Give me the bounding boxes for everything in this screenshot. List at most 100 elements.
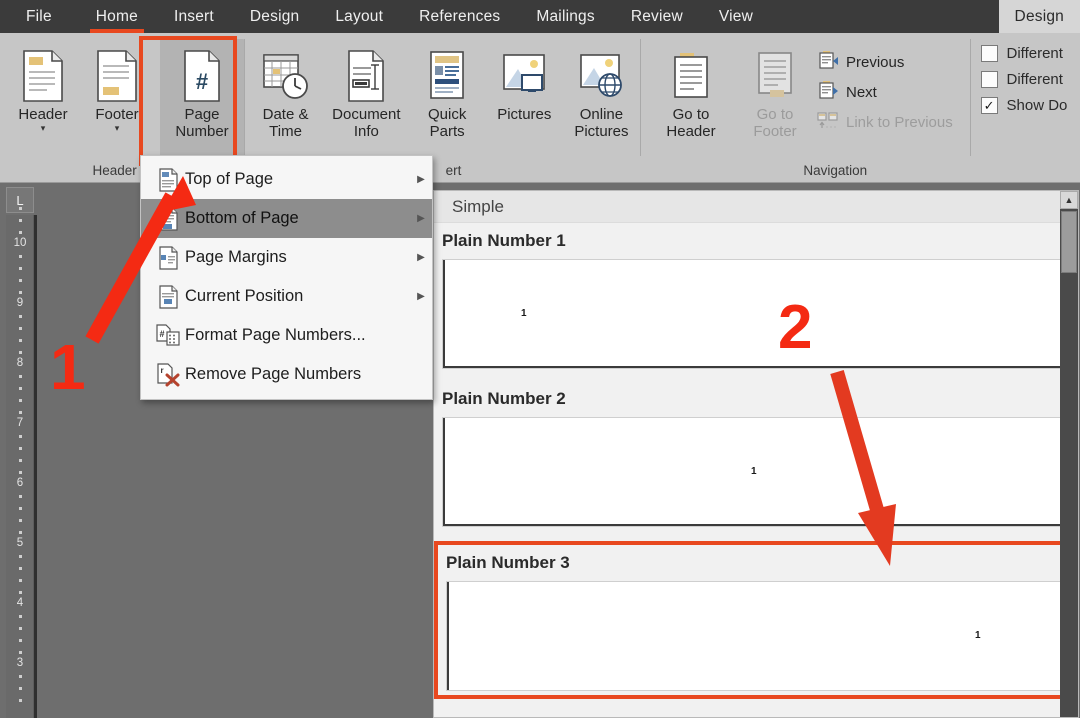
tab-mailings[interactable]: Mailings bbox=[518, 0, 612, 33]
page-number-button-label: Page Number bbox=[175, 106, 229, 140]
plain-number-1-preview[interactable]: 1 bbox=[442, 259, 1068, 369]
tab-review[interactable]: Review bbox=[613, 0, 701, 33]
plain-number-3-title: Plain Number 3 bbox=[438, 545, 1074, 581]
ruler-minor-tick bbox=[19, 687, 22, 690]
ruler-minor-tick bbox=[19, 315, 22, 318]
tab-mailings-label: Mailings bbox=[536, 7, 595, 25]
link-to-previous-button-label: Link to Previous bbox=[846, 113, 953, 131]
footer-button-label: Footer bbox=[95, 106, 139, 123]
page-number-menu: Top of Page ▶ Bottom of Page ▶ Page Marg… bbox=[140, 155, 433, 400]
vertical-ruler[interactable]: 10 9 8 7 6 5 4 3 bbox=[6, 207, 34, 718]
different-first-page-checkbox[interactable]: Different bbox=[980, 45, 1080, 62]
footer-button[interactable]: Footer ▾ bbox=[80, 39, 154, 132]
tab-insert[interactable]: Insert bbox=[156, 0, 232, 33]
tab-home-label: Home bbox=[95, 7, 138, 25]
date-time-button[interactable]: Date & Time bbox=[247, 39, 324, 141]
show-document-text-checkbox[interactable]: ✓ Show Do bbox=[980, 97, 1080, 114]
menu-item-format-page-numbers[interactable]: # Format Page Numbers... bbox=[141, 316, 432, 355]
tab-design[interactable]: Design bbox=[232, 0, 317, 33]
footer-caret-icon[interactable]: ▾ bbox=[115, 123, 120, 132]
gallery-item-plain-number-1[interactable]: Plain Number 1 1 bbox=[434, 223, 1078, 369]
link-to-previous-icon bbox=[817, 110, 839, 134]
previous-button[interactable]: Previous bbox=[817, 49, 959, 75]
menu-item-page-margins[interactable]: Page Margins ▶ bbox=[141, 238, 432, 277]
ruler-minor-tick bbox=[19, 255, 22, 258]
ruler-tick-7: 7 bbox=[16, 417, 24, 429]
header-page-icon bbox=[20, 47, 66, 105]
tab-view-label: View bbox=[718, 7, 753, 25]
header-button[interactable]: Header ▾ bbox=[6, 39, 80, 132]
plain-number-2-preview[interactable]: 1 bbox=[442, 417, 1068, 527]
preview-bottom-rule bbox=[443, 524, 1067, 526]
scrollbar-thumb[interactable] bbox=[1061, 211, 1077, 273]
ruler-minor-tick bbox=[19, 507, 22, 510]
ruler-minor-tick bbox=[19, 435, 22, 438]
page-number-icon: # bbox=[179, 47, 225, 105]
go-to-header-icon bbox=[668, 47, 714, 105]
plain-number-2-title: Plain Number 2 bbox=[434, 381, 1078, 417]
tab-design-label: Design bbox=[249, 7, 300, 25]
gallery-item-plain-number-3[interactable]: Plain Number 3 1 bbox=[434, 541, 1078, 699]
ruler-minor-tick bbox=[19, 267, 22, 270]
go-to-footer-button[interactable]: Go to Footer bbox=[733, 39, 817, 141]
tab-home[interactable]: Home bbox=[78, 0, 156, 33]
page-margins-icon bbox=[151, 245, 185, 270]
next-button[interactable]: Next bbox=[817, 79, 959, 105]
menu-item-remove-page-numbers[interactable]: r Remove Page Numbers bbox=[141, 355, 432, 394]
go-to-footer-button-label: Go to Footer bbox=[753, 106, 797, 140]
menu-item-bottom-of-page[interactable]: Bottom of Page ▶ bbox=[141, 199, 432, 238]
annotation-step-1-label: 1 bbox=[50, 331, 86, 403]
current-position-icon bbox=[151, 284, 185, 309]
chevron-right-icon: ▶ bbox=[417, 174, 425, 185]
tab-design-contextual[interactable]: Design bbox=[998, 0, 1080, 33]
top-of-page-icon bbox=[151, 167, 185, 192]
tab-layout[interactable]: Layout bbox=[317, 0, 401, 33]
ruler-minor-tick bbox=[19, 555, 22, 558]
tab-file[interactable]: File bbox=[0, 0, 78, 33]
svg-text:#: # bbox=[159, 329, 164, 339]
plain-number-3-page-number: 1 bbox=[975, 630, 981, 641]
ruler-minor-tick bbox=[19, 627, 22, 630]
go-to-header-button[interactable]: Go to Header bbox=[649, 39, 733, 141]
plain-number-3-preview[interactable]: 1 bbox=[446, 581, 1068, 691]
ruler-minor-tick bbox=[19, 639, 22, 642]
next-button-label: Next bbox=[846, 83, 877, 101]
ruler-minor-tick bbox=[19, 615, 22, 618]
page-number-button[interactable]: # Page Number bbox=[160, 39, 244, 157]
ruler-tick-10: 10 bbox=[13, 237, 27, 249]
link-to-previous-button[interactable]: Link to Previous bbox=[817, 109, 959, 135]
svg-text:#: # bbox=[196, 69, 208, 94]
ruler-tick-8: 8 bbox=[16, 357, 24, 369]
tab-layout-label: Layout bbox=[335, 7, 384, 25]
scrollbar-up-arrow-icon[interactable]: ▲ bbox=[1060, 191, 1078, 209]
gallery-item-plain-number-2[interactable]: Plain Number 2 1 bbox=[434, 381, 1078, 527]
gallery-scrollbar[interactable]: ▲ bbox=[1060, 191, 1078, 717]
svg-text:r: r bbox=[160, 366, 163, 375]
quick-parts-button-label: Quick Parts bbox=[428, 106, 467, 140]
ruler-minor-tick bbox=[19, 459, 22, 462]
tab-references[interactable]: References bbox=[401, 0, 518, 33]
quick-parts-icon bbox=[425, 47, 469, 105]
online-pictures-button[interactable]: Online Pictures bbox=[563, 39, 640, 141]
different-odd-even-label: Different bbox=[1006, 71, 1063, 88]
document-info-button[interactable]: Document Info bbox=[324, 39, 408, 141]
preview-left-rule bbox=[447, 582, 449, 690]
quick-parts-button[interactable]: Quick Parts bbox=[409, 39, 486, 141]
ruler-minor-tick bbox=[19, 651, 22, 654]
menu-item-bottom-of-page-label: Bottom of Page bbox=[185, 209, 299, 227]
menu-item-current-position[interactable]: Current Position ▶ bbox=[141, 277, 432, 316]
ribbon-group-options: Different Different ✓ Show Do bbox=[971, 33, 1080, 183]
menu-item-top-of-page[interactable]: Top of Page ▶ bbox=[141, 160, 432, 199]
ruler-minor-tick bbox=[19, 591, 22, 594]
date-time-button-label: Date & Time bbox=[262, 106, 309, 140]
plain-number-2-page-number: 1 bbox=[751, 466, 757, 477]
pictures-button[interactable]: Pictures bbox=[486, 39, 563, 124]
tab-view[interactable]: View bbox=[701, 0, 771, 33]
group-label-navigation: Navigation bbox=[803, 163, 868, 178]
ruler-minor-tick bbox=[19, 399, 22, 402]
ruler-tick-6: 6 bbox=[16, 477, 24, 489]
ruler-minor-tick bbox=[19, 219, 22, 222]
header-caret-icon[interactable]: ▾ bbox=[41, 123, 46, 132]
different-odd-even-checkbox[interactable]: Different bbox=[980, 71, 1080, 88]
online-pictures-button-label: Online Pictures bbox=[574, 106, 629, 140]
